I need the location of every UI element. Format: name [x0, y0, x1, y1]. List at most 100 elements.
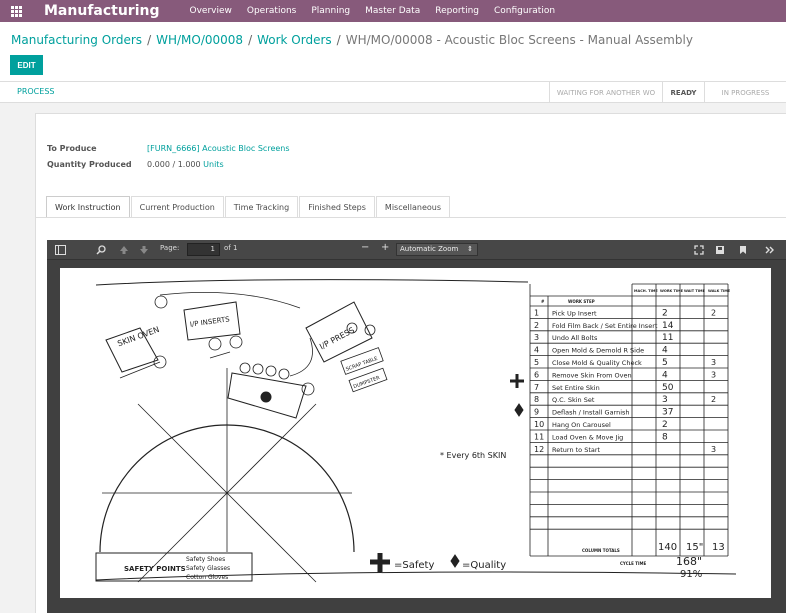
- download-icon[interactable]: [713, 243, 727, 257]
- breadcrumb-manufacturing-orders[interactable]: Manufacturing Orders: [11, 33, 142, 47]
- menu-master-data[interactable]: Master Data: [365, 6, 420, 16]
- total-work: 140: [658, 542, 677, 553]
- total-walk: 13: [712, 542, 725, 553]
- qty-unit[interactable]: Units: [203, 160, 223, 169]
- step-description: Pick Up Insert: [552, 309, 597, 317]
- breadcrumb-separator: /: [336, 33, 341, 47]
- edit-button[interactable]: EDIT: [10, 55, 43, 75]
- previous-page-icon[interactable]: [117, 243, 131, 257]
- step-description: Undo All Bolts: [552, 334, 598, 342]
- form-sheet: To Produce [FURN_6666] Acoustic Bloc Scr…: [35, 113, 786, 613]
- menu-reporting[interactable]: Reporting: [435, 6, 479, 16]
- qty-separator: /: [172, 160, 176, 169]
- next-page-icon[interactable]: [137, 243, 151, 257]
- apps-menu-icon[interactable]: [0, 0, 32, 22]
- legend-quality: =Quality: [462, 560, 506, 571]
- statusbar: PROCESS WAITING FOR ANOTHER WO READY IN …: [0, 82, 786, 103]
- tab-divider: [36, 217, 786, 218]
- safety-points-label: SAFETY POINTS: [124, 565, 186, 573]
- step-number: 7: [534, 383, 539, 392]
- breadcrumb-separator: /: [248, 33, 253, 47]
- col-wait-time: WAIT TIME: [684, 289, 705, 293]
- cycle-time-label: CYCLE TIME: [620, 561, 646, 566]
- breadcrumb-mo[interactable]: WH/MO/00008: [156, 33, 243, 47]
- col-number: #: [541, 299, 545, 304]
- tab-miscellaneous[interactable]: Miscellaneous: [375, 196, 451, 217]
- scanned-work-instruction: SKIN OVEN I/P INSERTS I/P PRESS SCRAP TA…: [95, 279, 737, 583]
- col-work-time: WORK TIME: [660, 289, 684, 293]
- step-work-time: 2: [662, 308, 668, 318]
- step-work-time: 8: [662, 432, 668, 442]
- station-ip-inserts: I/P INSERTS: [189, 315, 230, 329]
- breadcrumb: Manufacturing Orders / WH/MO/00008 / Work Or…: [11, 33, 693, 47]
- select-caret-icon: ⇕: [467, 245, 473, 253]
- step-description: Q.C. Skin Set: [552, 396, 595, 404]
- sidebar-toggle-icon[interactable]: [53, 243, 67, 257]
- step-number: 12: [534, 445, 544, 454]
- process-button[interactable]: PROCESS: [17, 87, 54, 96]
- to-produce-value[interactable]: [FURN_6666] Acoustic Bloc Screens: [147, 144, 290, 153]
- breadcrumb-current: WH/MO/00008 - Acoustic Bloc Screens - Ma…: [345, 33, 693, 47]
- step-number: 4: [534, 346, 539, 355]
- zoom-select[interactable]: Automatic Zoom ⇕: [396, 243, 478, 256]
- breadcrumb-separator: /: [147, 33, 152, 47]
- zoom-out-button[interactable]: −: [361, 242, 369, 253]
- step-work-time: 2: [662, 420, 668, 430]
- step-work-time: 5: [662, 358, 668, 368]
- breadcrumb-work-orders[interactable]: Work Orders: [257, 33, 332, 47]
- step-work-time: 4: [662, 370, 668, 380]
- stage-in-progress[interactable]: IN PROGRESS: [705, 82, 786, 103]
- legend-safety: =Safety: [394, 560, 434, 571]
- step-work-time: 14: [662, 321, 674, 331]
- bookmark-icon[interactable]: [736, 243, 750, 257]
- app-title[interactable]: Manufacturing: [44, 3, 160, 19]
- step-walk-time: 2: [711, 395, 716, 404]
- col-work-step: WORK STEP: [568, 299, 595, 304]
- to-produce-label: To Produce: [47, 144, 97, 153]
- safety-shoes: Safety Shoes: [186, 556, 225, 563]
- more-tools-icon[interactable]: [763, 243, 777, 257]
- zoom-in-button[interactable]: +: [381, 242, 389, 253]
- col-mach-time: MACH. TIME: [634, 289, 658, 293]
- quantity-produced-label: Quantity Produced: [47, 160, 132, 169]
- step-walk-time: 3: [711, 358, 716, 367]
- step-work-time: 50: [662, 383, 674, 393]
- qty-done: 0.000: [147, 160, 170, 169]
- menu-configuration[interactable]: Configuration: [494, 6, 555, 16]
- page-number-input[interactable]: 1: [187, 243, 220, 256]
- cycle-time-value: 168": [676, 555, 702, 568]
- menu-overview[interactable]: Overview: [190, 6, 232, 16]
- skin-note: * Every 6th SKIN: [440, 451, 506, 460]
- safety-glasses: Safety Glasses: [186, 565, 230, 572]
- search-icon[interactable]: [94, 243, 108, 257]
- station-ip-press: I/P PRESS: [318, 326, 356, 352]
- step-number: 5: [534, 358, 539, 367]
- menu-operations[interactable]: Operations: [247, 6, 296, 16]
- tab-work-instruction[interactable]: Work Instruction: [46, 196, 130, 217]
- step-walk-time: 3: [711, 370, 716, 379]
- step-description: Set Entire Skin: [552, 384, 600, 392]
- top-navbar: Manufacturing Overview Operations Planni…: [0, 0, 786, 22]
- stage-waiting[interactable]: WAITING FOR ANOTHER WO: [550, 82, 663, 103]
- notebook-tabs: Work Instruction Current Production Time…: [46, 196, 451, 217]
- tab-current-production[interactable]: Current Production: [130, 196, 224, 217]
- step-number: 1: [534, 308, 539, 317]
- column-totals-label: COLUMN TOTALS: [582, 548, 620, 553]
- tab-time-tracking[interactable]: Time Tracking: [224, 196, 299, 217]
- total-wait: 15": [686, 542, 703, 553]
- pdf-viewer: Page: 1 of 1 − + Automatic Zoom ⇕ SKIN O…: [47, 240, 786, 613]
- step-description: Close Mold & Quality Check: [552, 359, 642, 367]
- tab-finished-steps[interactable]: Finished Steps: [299, 196, 375, 217]
- stage-ready[interactable]: READY: [663, 82, 705, 103]
- step-number: 8: [534, 395, 539, 404]
- step-description: Open Mold & Demold R Side: [552, 347, 644, 355]
- step-walk-time: 2: [711, 308, 716, 317]
- step-work-time: 3: [662, 395, 668, 405]
- qty-total: 1.000: [177, 160, 201, 169]
- page-label: Page:: [160, 244, 180, 252]
- step-walk-time: 3: [711, 445, 716, 454]
- step-description: Hang On Carousel: [552, 421, 611, 429]
- menu-planning[interactable]: Planning: [311, 6, 350, 16]
- step-description: Remove Skin From Oven: [552, 371, 632, 379]
- fullscreen-icon[interactable]: [692, 243, 706, 257]
